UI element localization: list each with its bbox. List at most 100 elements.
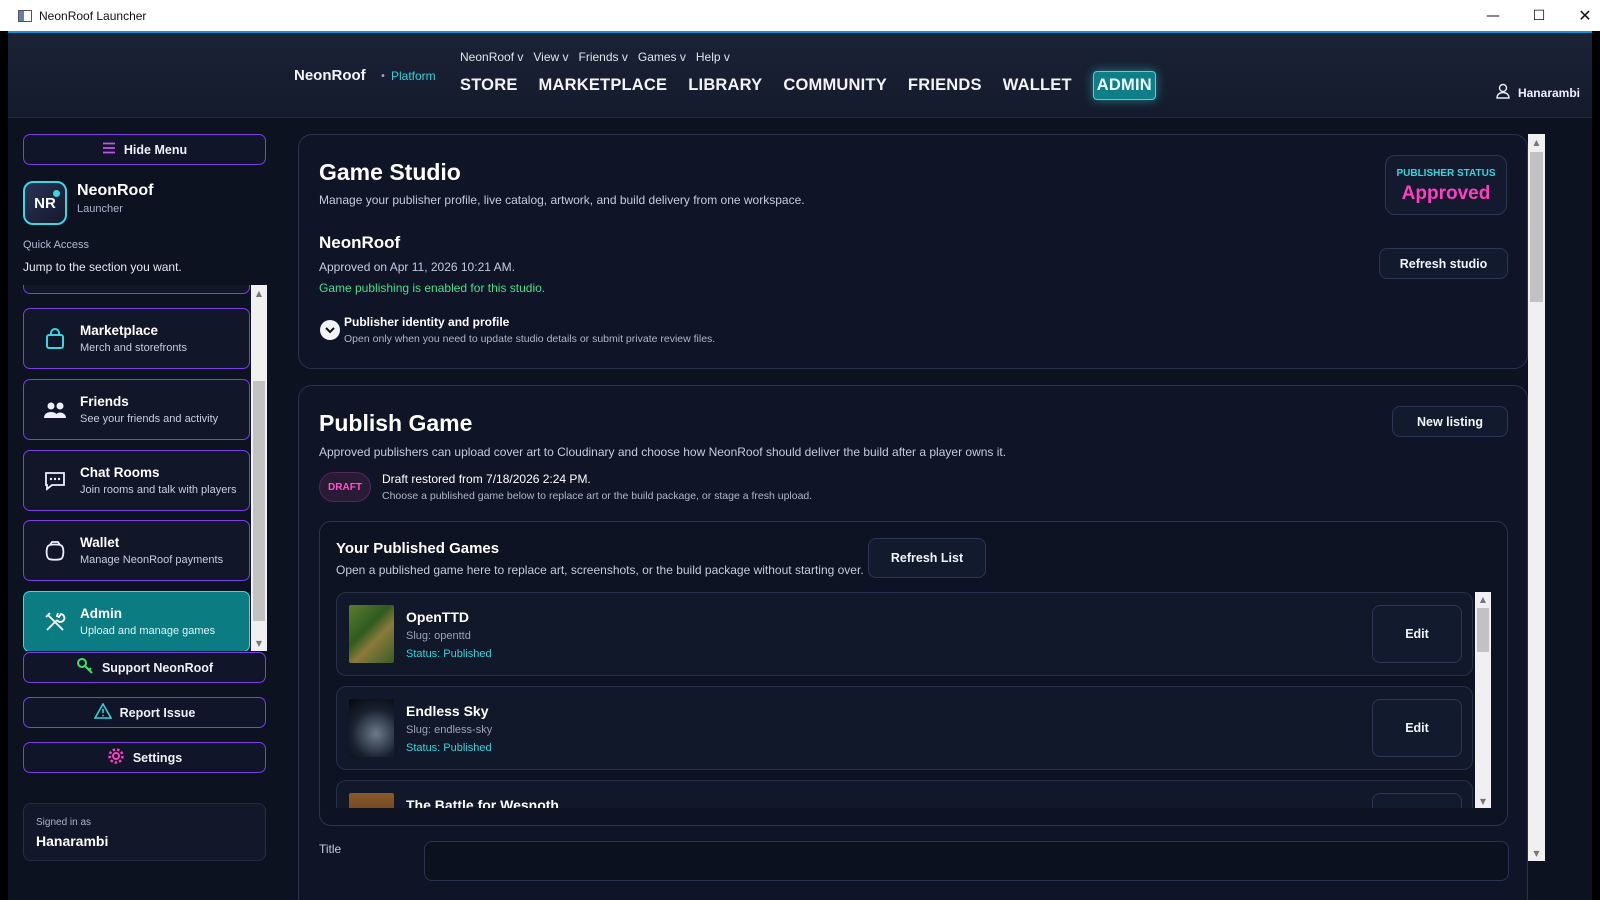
game-studio-card: Game Studio Manage your publisher profil… [298,134,1528,369]
sidebar-item-wallet[interactable]: Wallet Manage NeonRoof payments [23,520,250,581]
brand-name[interactable]: NeonRoof [294,67,366,84]
game-cover-image [349,605,394,663]
edit-game-button[interactable] [1372,793,1462,808]
main-scroll-thumb[interactable] [1530,152,1543,302]
warning-icon [93,702,113,722]
publish-game-desc: Approved publishers can upload cover art… [319,445,1007,459]
user-menu[interactable]: Hanarambi [1496,83,1580,102]
sidebar-item-marketplace[interactable]: Marketplace Merch and storefronts [23,308,250,369]
sidebar-item-title: Friends [80,394,129,409]
app-window-icon [18,9,32,22]
app-subtitle: Launcher [77,203,123,215]
scroll-up-arrow-icon[interactable]: ▲ [1528,134,1545,150]
edit-game-button[interactable]: Edit [1372,699,1462,757]
game-name: The Battle for Wesnoth [406,797,559,808]
top-header: NeonRoof • Platform NeonRoof v View v Fr… [8,33,1592,118]
publisher-status-value: Approved [1401,183,1491,204]
main-scrollbar[interactable]: ▲ ▼ [1528,134,1545,861]
sidebar-item-friends[interactable]: Friends See your friends and activity [23,379,250,440]
menu-help[interactable]: Help v [696,50,730,64]
sidebar-scroll-thumb[interactable] [253,381,265,621]
edit-game-button[interactable]: Edit [1372,605,1462,663]
close-window-button[interactable]: ✕ [1562,0,1600,31]
hide-menu-label: Hide Menu [123,142,188,157]
menu-bar: NeonRoof v View v Friends v Games v Help… [460,50,730,64]
hide-menu-button[interactable]: Hide Menu [23,134,266,165]
sidebar-item-desc: Merch and storefronts [80,342,187,354]
game-row-endless-sky[interactable]: Endless Sky Slug: endless-sky Status: Pu… [336,686,1473,770]
game-cover-image [349,699,394,757]
sidebar-item-title: Wallet [80,535,120,550]
user-name: Hanarambi [1517,85,1580,100]
app-name: NeonRoof [77,182,154,199]
nav-library[interactable]: LIBRARY [688,72,762,99]
sidebar-item-desc: See your friends and activity [80,413,219,425]
title-field-label: Title [319,842,342,856]
draft-badge: DRAFT [319,472,371,502]
nav-admin[interactable]: ADMIN [1092,71,1156,100]
game-status: Status: Published [406,742,492,754]
games-list-scrollbar[interactable]: ▲ ▼ [1475,592,1491,808]
game-name: Endless Sky [406,703,489,719]
scroll-down-arrow-icon[interactable]: ▼ [1475,794,1491,808]
menu-friends[interactable]: Friends v [579,50,628,64]
menu-neonroof[interactable]: NeonRoof v [460,50,523,64]
scroll-up-arrow-icon[interactable]: ▲ [251,285,267,301]
scroll-up-arrow-icon[interactable]: ▲ [1475,592,1491,606]
game-cover-image [349,793,394,808]
refresh-list-button[interactable]: Refresh List [868,538,986,578]
sidebar-item-desc: Join rooms and talk with players [80,484,237,496]
scroll-down-arrow-icon[interactable]: ▼ [1528,845,1545,861]
window-titlebar: NeonRoof Launcher — ☐ ✕ [0,0,1600,31]
games-list-scroll-thumb[interactable] [1477,608,1489,652]
quick-access-title: Quick Access [23,239,90,251]
report-label: Report Issue [119,705,196,720]
published-games-panel: Your Published Games Open a published ga… [319,521,1508,826]
signed-in-card: Signed in as Hanarambi [23,803,266,861]
game-name: OpenTTD [406,609,469,625]
sidebar-item-title: Chat Rooms [80,465,160,480]
refresh-studio-button[interactable]: Refresh studio [1379,248,1508,279]
title-input[interactable] [424,841,1509,881]
menu-games[interactable]: Games v [638,50,686,64]
nav-friends[interactable]: FRIENDS [908,72,982,99]
sidebar-item-chat-rooms[interactable]: Chat Rooms Join rooms and talk with play… [23,450,250,511]
game-row-wesnoth[interactable]: The Battle for Wesnoth [336,780,1473,808]
app-frame: NeonRoof • Platform NeonRoof v View v Fr… [8,31,1592,900]
game-slug: Slug: endless-sky [406,724,493,736]
sidebar: Hide Menu NR NeonRoof Launcher Quick Acc… [8,119,298,900]
friends-icon [42,398,68,422]
main-content: Game Studio Manage your publisher profil… [298,119,1592,900]
sidebar-item-admin[interactable]: Admin Upload and manage games [23,591,250,651]
nav-marketplace[interactable]: MARKETPLACE [539,72,668,99]
draft-restored-desc: Choose a published game below to replace… [382,490,813,502]
scroll-down-arrow-icon[interactable]: ▼ [251,635,267,651]
signed-in-label: Signed in as [36,817,92,828]
maximize-button[interactable]: ☐ [1516,0,1562,31]
gear-icon [107,747,125,768]
published-games-title: Your Published Games [336,540,500,557]
menu-view[interactable]: View v [533,50,568,64]
publisher-identity-title[interactable]: Publisher identity and profile [344,315,509,329]
sidebar-item-previous[interactable] [23,285,250,294]
settings-button[interactable]: Settings [23,742,266,773]
nav-wallet[interactable]: WALLET [1003,72,1072,99]
nav-store[interactable]: STORE [460,72,518,99]
signed-in-user: Hanarambi [36,833,109,849]
game-studio-desc: Manage your publisher profile, live cata… [319,193,805,207]
sidebar-scrollbar[interactable]: ▲ ▼ [251,285,267,651]
game-status: Status: Published [406,648,492,660]
minimize-button[interactable]: — [1470,0,1516,31]
settings-label: Settings [132,750,183,765]
support-neonroof-button[interactable]: Support NeonRoof [23,652,266,683]
new-listing-button[interactable]: New listing [1392,406,1508,437]
app-logo: NR [23,181,67,225]
approved-on-text: Approved on Apr 11, 2026 10:21 AM. [319,260,515,274]
report-issue-button[interactable]: Report Issue [23,697,266,728]
game-row-openttd[interactable]: OpenTTD Slug: openttd Status: Published … [336,592,1473,676]
chevron-down-icon[interactable] [320,320,340,340]
support-key-icon [76,657,94,678]
published-games-desc: Open a published game here to replace ar… [336,563,864,577]
nav-community[interactable]: COMMUNITY [783,72,887,99]
sidebar-item-desc: Upload and manage games [80,625,216,637]
